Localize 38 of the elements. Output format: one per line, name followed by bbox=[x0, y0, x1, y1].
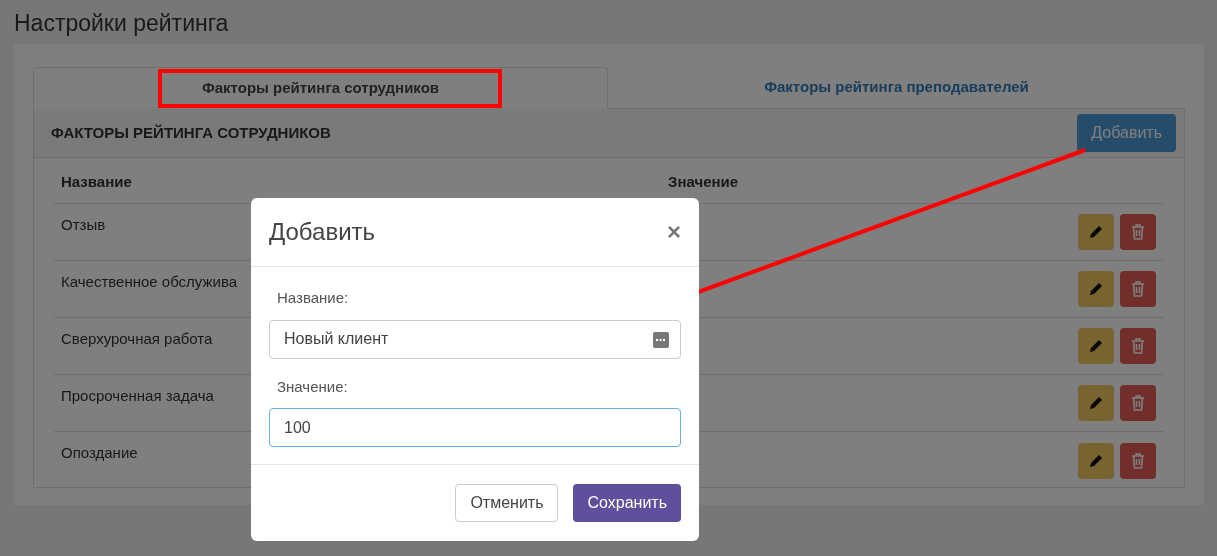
trash-icon bbox=[1131, 338, 1145, 354]
pencil-icon bbox=[1088, 452, 1104, 469]
pencil-icon bbox=[1088, 338, 1104, 354]
delete-button[interactable] bbox=[1120, 385, 1156, 421]
table-cell-text: Просроченная задача bbox=[60, 385, 214, 406]
trash-icon bbox=[1131, 452, 1145, 469]
field-label: Название: bbox=[276, 288, 350, 308]
modal-title: Добавить bbox=[269, 217, 376, 247]
edit-button[interactable] bbox=[1078, 385, 1114, 421]
delete-button[interactable] bbox=[1120, 442, 1156, 479]
autofill-icon[interactable] bbox=[653, 331, 669, 348]
field-label: Значение: bbox=[276, 376, 349, 397]
trash-icon bbox=[1131, 395, 1145, 411]
save-button[interactable]: Сохранить bbox=[573, 484, 681, 522]
trash-icon bbox=[1131, 281, 1145, 297]
column-header: Значение bbox=[668, 171, 739, 192]
edit-button[interactable] bbox=[1078, 328, 1114, 364]
cancel-button[interactable]: Отменить bbox=[455, 484, 559, 522]
panel-title: ФАКТОРЫ РЕЙТИНГА СОТРУДНИКОВ bbox=[51, 122, 331, 143]
trash-icon bbox=[1131, 224, 1145, 240]
edit-button[interactable] bbox=[1078, 442, 1114, 479]
table-cell-text: Отзыв bbox=[60, 214, 106, 235]
table-cell-text: Качественное обслужива bbox=[60, 271, 238, 292]
delete-button[interactable] bbox=[1120, 214, 1156, 250]
table-cell-text: Опоздание bbox=[60, 443, 138, 464]
close-button[interactable]: × bbox=[667, 220, 681, 244]
pencil-icon bbox=[1088, 224, 1104, 240]
edit-button[interactable] bbox=[1078, 214, 1114, 250]
page-title: Настройки рейтинга bbox=[14, 9, 230, 38]
edit-button[interactable] bbox=[1078, 271, 1114, 307]
input-field[interactable]: 100 bbox=[269, 408, 681, 447]
delete-button[interactable] bbox=[1120, 328, 1156, 364]
pencil-icon bbox=[1088, 395, 1104, 411]
pencil-icon bbox=[1088, 281, 1104, 297]
table-cell-text: Сверхурочная работа bbox=[60, 328, 213, 349]
delete-button[interactable] bbox=[1120, 271, 1156, 307]
column-header: Название bbox=[60, 171, 133, 192]
input-field[interactable]: Новый клиент bbox=[269, 319, 681, 359]
